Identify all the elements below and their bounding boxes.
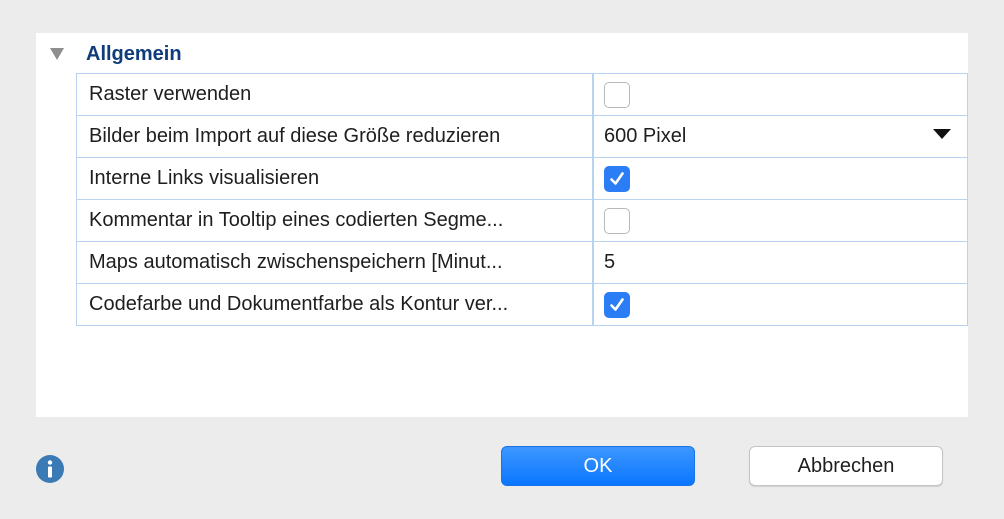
tooltip-comment-checkbox[interactable] bbox=[604, 207, 630, 234]
settings-row: Raster verwenden bbox=[77, 74, 968, 116]
checkmark-icon bbox=[610, 297, 624, 311]
dropdown-arrow-icon[interactable] bbox=[933, 129, 951, 139]
color-outline-checkbox[interactable] bbox=[604, 291, 630, 318]
raster-checkbox[interactable] bbox=[604, 81, 630, 108]
setting-value-cell bbox=[594, 200, 968, 241]
setting-label: Interne Links visualisieren bbox=[77, 158, 594, 199]
internal-links-checkbox[interactable] bbox=[604, 165, 630, 192]
settings-row: Kommentar in Tooltip eines codierten Seg… bbox=[77, 200, 968, 242]
info-icon[interactable] bbox=[35, 454, 65, 484]
settings-row: Interne Links visualisieren bbox=[77, 158, 968, 200]
image-size-value: 600 Pixel bbox=[604, 125, 687, 147]
setting-label: Bilder beim Import auf diese Größe reduz… bbox=[77, 116, 594, 157]
autosave-minutes-value: 5 bbox=[604, 251, 616, 273]
section-header-allgemein[interactable]: Allgemein bbox=[50, 43, 182, 65]
setting-label: Raster verwenden bbox=[77, 74, 594, 115]
cancel-button[interactable]: Abbrechen bbox=[749, 446, 943, 486]
settings-grid: Raster verwenden Bilder beim Import auf … bbox=[76, 73, 968, 326]
autosave-minutes-field[interactable]: 5 bbox=[594, 242, 968, 283]
setting-label: Maps automatisch zwischenspeichern [Minu… bbox=[77, 242, 594, 283]
setting-label: Kommentar in Tooltip eines codierten Seg… bbox=[77, 200, 594, 241]
setting-value-cell bbox=[594, 284, 968, 325]
checkmark-icon bbox=[610, 171, 624, 185]
disclosure-triangle-icon[interactable] bbox=[50, 48, 64, 60]
settings-row: Maps automatisch zwischenspeichern [Minu… bbox=[77, 242, 968, 284]
ok-button[interactable]: OK bbox=[501, 446, 695, 486]
setting-value-cell bbox=[594, 74, 968, 115]
setting-label: Codefarbe und Dokumentfarbe als Kontur v… bbox=[77, 284, 594, 325]
settings-panel: Allgemein Raster verwenden Bilder beim I… bbox=[36, 33, 968, 417]
section-title: Allgemein bbox=[86, 42, 182, 65]
setting-value-cell bbox=[594, 158, 968, 199]
settings-row: Codefarbe und Dokumentfarbe als Kontur v… bbox=[77, 284, 968, 326]
image-size-select[interactable]: 600 Pixel bbox=[594, 116, 968, 157]
settings-row: Bilder beim Import auf diese Größe reduz… bbox=[77, 116, 968, 158]
